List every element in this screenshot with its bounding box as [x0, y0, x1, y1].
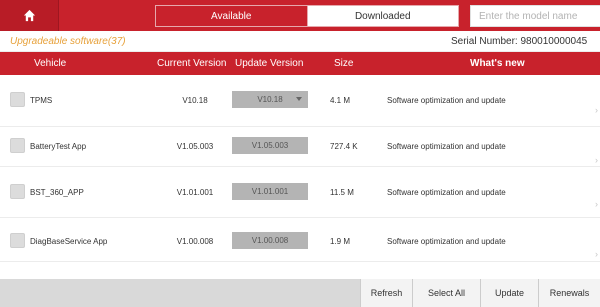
row-checkbox[interactable] — [10, 184, 25, 199]
chevron-right-icon[interactable]: › — [595, 249, 598, 259]
whats-new-text: Software optimization and update — [387, 188, 506, 197]
upgradeable-count-label: Upgradeable software(37) — [10, 36, 126, 47]
table-row[interactable]: DiagBaseService App V1.00.008 V1.00.008 … — [0, 218, 600, 262]
update-button[interactable]: Update — [480, 279, 538, 307]
current-version: V10.18 — [182, 96, 208, 105]
top-bar: Available Downloaded — [0, 0, 600, 31]
renewals-button[interactable]: Renewals — [538, 279, 600, 307]
whats-new-text: Software optimization and update — [387, 96, 506, 105]
info-bar: Upgradeable software(37) Serial Number: … — [0, 31, 600, 52]
search-input[interactable] — [470, 5, 600, 27]
serial-number: Serial Number: 980010000045 — [451, 36, 588, 47]
row-checkbox[interactable] — [10, 92, 25, 107]
home-button[interactable] — [0, 0, 59, 31]
header-current-version: Current Version — [157, 58, 227, 69]
home-icon — [23, 9, 35, 22]
current-version: V1.00.008 — [176, 237, 214, 246]
vehicle-name: BatteryTest App — [30, 142, 87, 151]
select-all-button[interactable]: Select All — [412, 279, 480, 307]
header-vehicle: Vehicle — [34, 58, 67, 69]
update-version-select[interactable]: V10.18 — [232, 91, 308, 108]
update-version-select[interactable]: V1.00.008 — [232, 232, 308, 249]
bottom-toolbar: Refresh Select All Update Renewals — [0, 279, 600, 307]
tab-group: Available Downloaded — [155, 5, 459, 27]
whats-new-text: Software optimization and update — [387, 237, 506, 246]
tab-available[interactable]: Available — [156, 6, 307, 26]
table-header: Vehicle Current Version Update Version S… — [0, 52, 600, 75]
vehicle-name: BST_360_APP — [30, 188, 84, 197]
update-version-value: V10.18 — [257, 95, 283, 104]
chevron-right-icon[interactable]: › — [595, 105, 598, 115]
size-value: 4.1 M — [330, 96, 351, 105]
update-version-select[interactable]: V1.01.001 — [232, 183, 308, 200]
update-version-value: V1.01.001 — [251, 187, 289, 196]
update-version-select[interactable]: V1.05.003 — [232, 137, 308, 154]
header-whats-new: What's new — [470, 58, 525, 69]
update-version-value: V1.00.008 — [251, 236, 289, 245]
header-size: Size — [334, 58, 354, 69]
current-version: V1.05.003 — [176, 142, 214, 151]
whats-new-text: Software optimization and update — [387, 142, 506, 151]
table-row[interactable]: TPMS V10.18 V10.18 4.1 M Software optimi… — [0, 75, 600, 127]
chevron-right-icon[interactable]: › — [595, 199, 598, 209]
header-update-version: Update Version — [235, 58, 304, 69]
vehicle-name: TPMS — [30, 96, 53, 105]
chevron-right-icon[interactable]: › — [595, 155, 598, 165]
update-version-value: V1.05.003 — [251, 141, 289, 150]
table-row[interactable]: BatteryTest App V1.05.003 V1.05.003 727.… — [0, 127, 600, 167]
tab-downloaded[interactable]: Downloaded — [306, 6, 458, 26]
refresh-button[interactable]: Refresh — [360, 279, 412, 307]
row-checkbox[interactable] — [10, 233, 25, 248]
size-value: 727.4 K — [330, 142, 358, 151]
size-value: 1.9 M — [330, 237, 351, 246]
current-version: V1.01.001 — [176, 188, 214, 197]
table-row[interactable]: BST_360_APP V1.01.001 V1.01.001 11.5 M S… — [0, 167, 600, 218]
vehicle-name: DiagBaseService App — [30, 237, 108, 246]
row-checkbox[interactable] — [10, 138, 25, 153]
size-value: 11.5 M — [330, 188, 354, 197]
chevron-down-icon — [296, 97, 302, 101]
